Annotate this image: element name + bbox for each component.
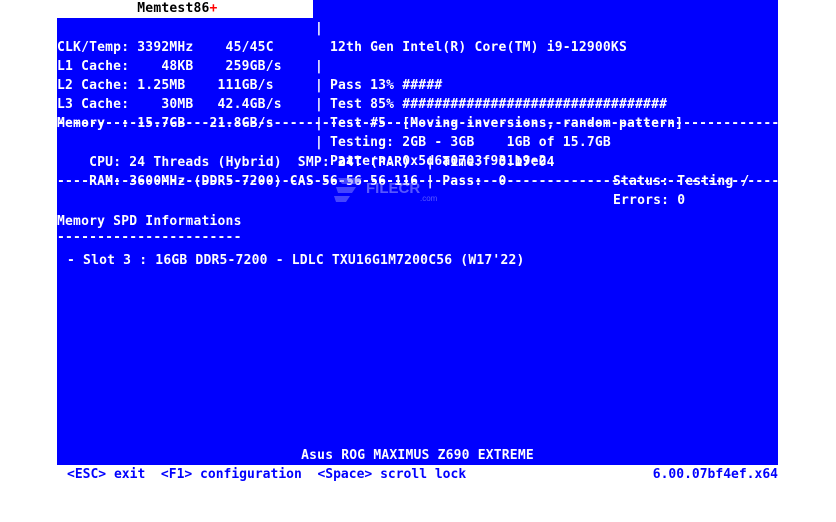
spd-slot: - Slot 3 : 16GB DDR5-7200 - LDLC TXU16G1… [67, 253, 525, 268]
version-label: 6.00.07bf4ef.x64 [652, 467, 778, 482]
memtest-screen: Memtest86+ | 12th Gen Intel(R) Core(TM) … [57, 0, 778, 484]
divider: ----------------------------------------… [57, 174, 778, 189]
spd-underline: ----------------------- [57, 230, 242, 245]
board-name: Asus ROG MAXIMUS Z690 EXTREME [301, 448, 534, 463]
divider: ----------------------------------------… [57, 116, 778, 131]
key-hints: <ESC> exit <F1> configuration <Space> sc… [67, 467, 467, 482]
footer-bar: <ESC> exit <F1> configuration <Space> sc… [57, 465, 778, 484]
errors-label: Errors: 0 [613, 193, 686, 208]
